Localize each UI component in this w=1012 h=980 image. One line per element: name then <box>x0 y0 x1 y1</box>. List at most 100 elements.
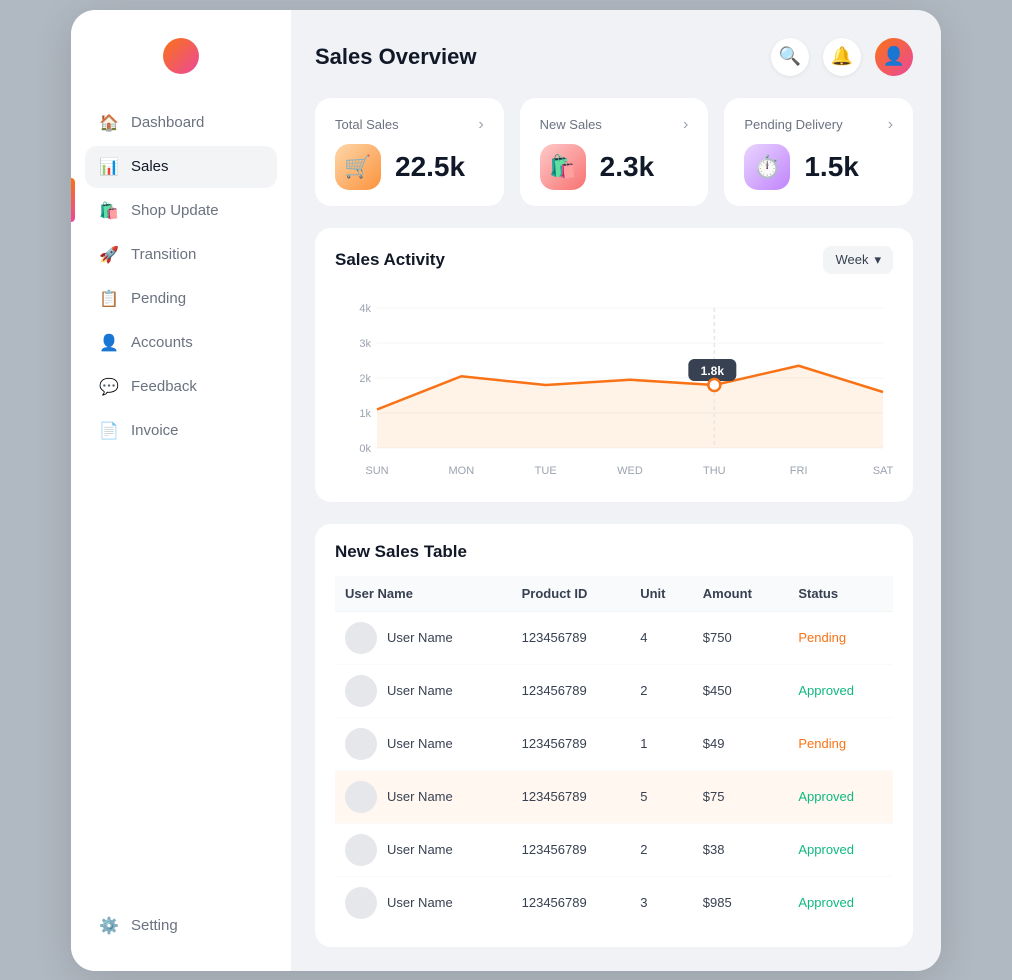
stat-value: 2.3k <box>600 151 655 183</box>
user-name-cell: User Name <box>335 664 512 717</box>
col-header-amount: Amount <box>693 576 789 612</box>
amount-cell: $750 <box>693 611 789 664</box>
svg-text:THU: THU <box>703 465 726 477</box>
sidebar-item-shop-update[interactable]: 🛍️ Shop Update <box>85 190 277 232</box>
page-title: Sales Overview <box>315 44 476 70</box>
sidebar-item-dashboard[interactable]: 🏠 Dashboard <box>85 102 277 144</box>
sidebar-item-accounts[interactable]: 👤 Accounts <box>85 322 277 364</box>
sidebar-item-invoice[interactable]: 📄 Invoice <box>85 410 277 452</box>
status-cell: Pending <box>788 717 893 770</box>
col-header-status: Status <box>788 576 893 612</box>
svg-text:4k: 4k <box>359 303 371 315</box>
status-cell: Approved <box>788 770 893 823</box>
shop-update-icon: 🛍️ <box>99 201 119 221</box>
week-label: Week <box>835 252 868 267</box>
app-container: 🏠 Dashboard 📊 Sales 🛍️ Shop Update 🚀 Tra… <box>71 10 941 971</box>
amount-cell: $450 <box>693 664 789 717</box>
arrow-right-icon[interactable]: › <box>888 116 893 134</box>
sidebar-item-sales[interactable]: 📊 Sales <box>85 146 277 188</box>
stat-card-header: Pending Delivery › <box>744 116 893 134</box>
sidebar-label-dashboard: Dashboard <box>131 114 204 131</box>
col-header-user-name: User Name <box>335 576 512 612</box>
status-badge: Approved <box>798 892 854 913</box>
unit-cell: 2 <box>630 823 693 876</box>
sidebar-item-setting[interactable]: ⚙️ Setting <box>85 905 277 947</box>
table-row[interactable]: User Name1234567895$75Approved <box>335 770 893 823</box>
week-filter-button[interactable]: Week ▾ <box>823 246 893 274</box>
sidebar-item-feedback[interactable]: 💬 Feedback <box>85 366 277 408</box>
stat-body: 🛍️ 2.3k <box>540 144 689 190</box>
user-name-cell: User Name <box>335 611 512 664</box>
svg-text:WED: WED <box>617 465 643 477</box>
sidebar-item-pending[interactable]: 📋 Pending <box>85 278 277 320</box>
sidebar-label-sales: Sales <box>131 158 169 175</box>
stat-icon: 🛒 <box>335 144 381 190</box>
search-icon: 🔍 <box>779 46 801 67</box>
svg-text:FRI: FRI <box>790 465 808 477</box>
svg-text:SAT: SAT <box>873 465 893 477</box>
status-cell: Approved <box>788 664 893 717</box>
table-row[interactable]: User Name1234567894$750Pending <box>335 611 893 664</box>
notifications-button[interactable]: 🔔 <box>823 38 861 76</box>
chart-header: Sales Activity Week ▾ <box>335 246 893 274</box>
product_id-cell: 123456789 <box>512 876 631 929</box>
amount-cell: $75 <box>693 770 789 823</box>
table-header: User NameProduct IDUnitAmountStatus <box>335 576 893 612</box>
sidebar-label-transition: Transition <box>131 246 196 263</box>
svg-text:TUE: TUE <box>535 465 557 477</box>
user-avatar-circle <box>345 887 377 919</box>
user-avatar-circle <box>345 622 377 654</box>
user-avatar-circle <box>345 728 377 760</box>
feedback-icon: 💬 <box>99 377 119 397</box>
sales-icon: 📊 <box>99 157 119 177</box>
unit-cell: 3 <box>630 876 693 929</box>
col-header-product-id: Product ID <box>512 576 631 612</box>
stat-card-total-sales: Total Sales › 🛒 22.5k <box>315 98 504 206</box>
stat-body: ⏱️ 1.5k <box>744 144 893 190</box>
status-cell: Pending <box>788 611 893 664</box>
avatar-icon: 👤 <box>883 46 905 67</box>
dashboard-icon: 🏠 <box>99 113 119 133</box>
product_id-cell: 123456789 <box>512 823 631 876</box>
user-name-cell: User Name <box>335 717 512 770</box>
arrow-right-icon[interactable]: › <box>478 116 483 134</box>
status-cell: Approved <box>788 823 893 876</box>
user-avatar[interactable]: 👤 <box>875 38 913 76</box>
header-actions: 🔍 🔔 👤 <box>771 38 913 76</box>
sidebar-item-transition[interactable]: 🚀 Transition <box>85 234 277 276</box>
stat-label: Pending Delivery <box>744 117 842 132</box>
table-title: New Sales Table <box>335 542 893 562</box>
product_id-cell: 123456789 <box>512 611 631 664</box>
table-row[interactable]: User Name1234567892$450Approved <box>335 664 893 717</box>
product_id-cell: 123456789 <box>512 664 631 717</box>
sidebar: 🏠 Dashboard 📊 Sales 🛍️ Shop Update 🚀 Tra… <box>71 10 291 971</box>
user-name-cell: User Name <box>335 876 512 929</box>
amount-cell: $49 <box>693 717 789 770</box>
user-name-text: User Name <box>387 789 453 804</box>
sidebar-bottom: ⚙️ Setting <box>71 905 291 947</box>
activity-chart-svg: 0k1k2k3k4k1.8kSUNMONTUEWEDTHUFRISAT <box>335 288 893 478</box>
stat-value: 22.5k <box>395 151 465 183</box>
status-badge: Pending <box>798 733 846 754</box>
sidebar-label-invoice: Invoice <box>131 422 179 439</box>
user-avatar-circle <box>345 781 377 813</box>
stat-card-header: Total Sales › <box>335 116 484 134</box>
user-name-text: User Name <box>387 842 453 857</box>
page-header: Sales Overview 🔍 🔔 👤 <box>315 38 913 76</box>
sidebar-label-accounts: Accounts <box>131 334 193 351</box>
status-badge: Approved <box>798 839 854 860</box>
table-header-row: User NameProduct IDUnitAmountStatus <box>335 576 893 612</box>
sidebar-label-feedback: Feedback <box>131 378 197 395</box>
table-row[interactable]: User Name1234567892$38Approved <box>335 823 893 876</box>
user-name-text: User Name <box>387 736 453 751</box>
search-button[interactable]: 🔍 <box>771 38 809 76</box>
chart-title: Sales Activity <box>335 250 445 270</box>
arrow-right-icon[interactable]: › <box>683 116 688 134</box>
unit-cell: 5 <box>630 770 693 823</box>
table-row[interactable]: User Name1234567891$49Pending <box>335 717 893 770</box>
table-row[interactable]: User Name1234567893$985Approved <box>335 876 893 929</box>
stat-icon: ⏱️ <box>744 144 790 190</box>
product_id-cell: 123456789 <box>512 717 631 770</box>
stats-row: Total Sales › 🛒 22.5k New Sales › 🛍️ 2.3… <box>315 98 913 206</box>
user-name-cell: User Name <box>335 770 512 823</box>
